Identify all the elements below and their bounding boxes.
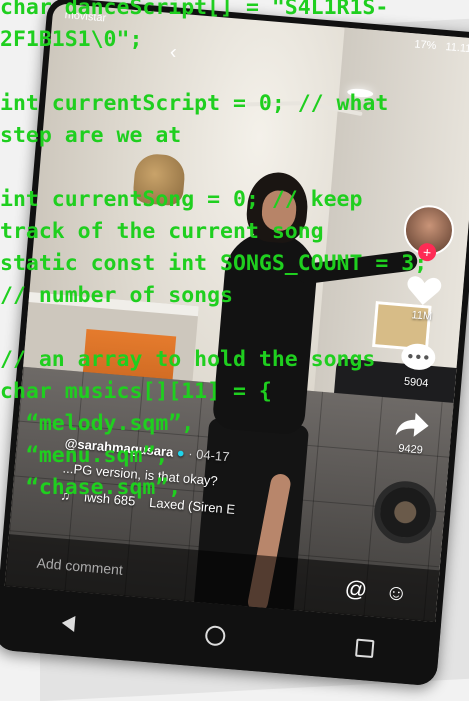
comment-input[interactable]: Add comment bbox=[36, 555, 328, 595]
clock: 11.11 bbox=[444, 41, 469, 56]
code-line: static const int SONGS_COUNT = 3; bbox=[0, 251, 428, 276]
code-line: // number of songs bbox=[0, 283, 233, 308]
code-line: “chase.sqm”, bbox=[0, 475, 182, 500]
code-line: track of the current song bbox=[0, 219, 324, 244]
code-line: “menu.sqm”, bbox=[0, 443, 169, 468]
nav-recent-icon[interactable] bbox=[354, 638, 374, 659]
nav-home-icon[interactable] bbox=[203, 624, 226, 647]
nav-back-icon[interactable] bbox=[60, 614, 75, 632]
code-line: char danceScript[] = "S4L1R1S- bbox=[0, 0, 389, 20]
code-line: int currentSong = 0; // keep bbox=[0, 187, 363, 212]
code-line: step are we at bbox=[0, 123, 182, 148]
emoji-icon[interactable]: ☺ bbox=[384, 579, 408, 607]
code-overlay: char danceScript[] = "S4L1R1S- 2F1B1S1\0"… bbox=[0, 0, 427, 504]
code-line: int currentScript = 0; // what bbox=[0, 91, 389, 116]
code-line: // an array to hold the songs bbox=[0, 347, 376, 372]
code-line: “melody.sqm”, bbox=[0, 411, 195, 436]
code-line: char musics[][11] = { bbox=[0, 379, 272, 404]
code-line: 2F1B1S1\0"; bbox=[0, 27, 143, 52]
mention-icon[interactable]: @ bbox=[344, 576, 368, 604]
